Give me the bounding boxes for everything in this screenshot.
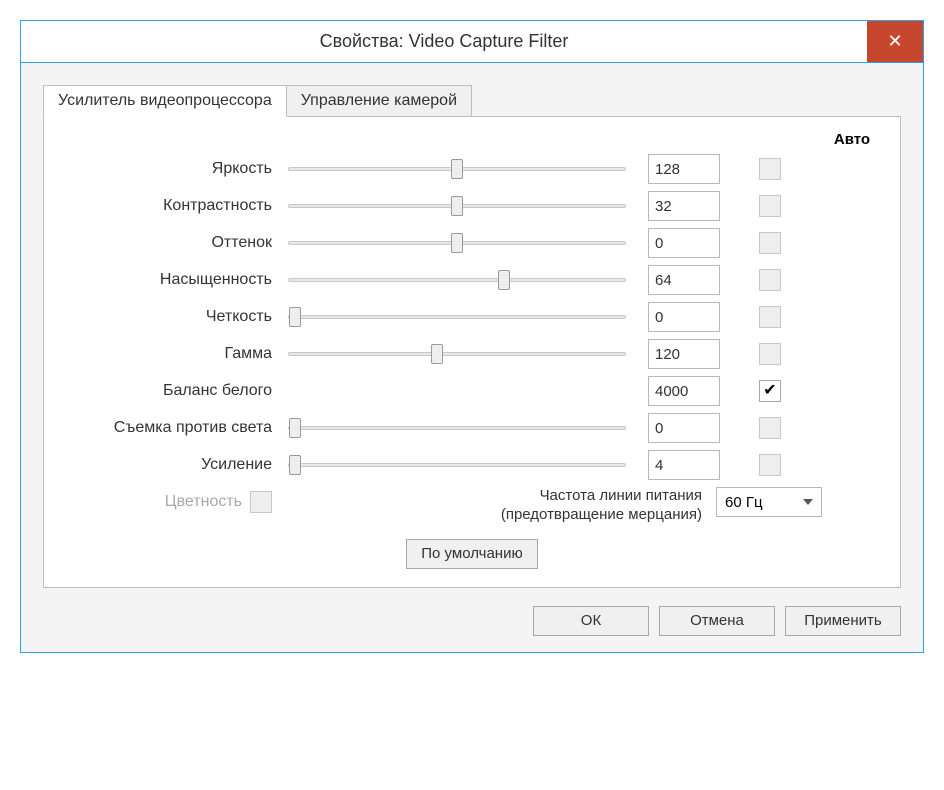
slider-thumb[interactable] [289, 455, 301, 475]
tab-video-proc-amp[interactable]: Усилитель видеопроцессора [43, 85, 287, 117]
hue-auto-checkbox [759, 232, 781, 254]
dialog-body: Усилитель видеопроцессора Управление кам… [21, 63, 923, 652]
saturation-auto-checkbox [759, 269, 781, 291]
gain-label: Усиление [62, 456, 282, 474]
slider-thumb[interactable] [289, 418, 301, 438]
control-row-brightness: Яркость [62, 154, 882, 184]
hue-label: Оттенок [62, 234, 282, 252]
slider-thumb[interactable] [498, 270, 510, 290]
control-row-gamma: Гамма [62, 339, 882, 369]
contrast-label: Контрастность [62, 197, 282, 215]
sharpness-auto-checkbox [759, 306, 781, 328]
auto-column-header: Авто [822, 131, 882, 148]
hue-slider[interactable] [282, 230, 632, 256]
cancel-button-label: Отмена [690, 612, 744, 629]
cancel-button[interactable]: Отмена [659, 606, 775, 636]
saturation-label: Насыщенность [62, 271, 282, 289]
powerline-freq-select[interactable]: 60 Гц [716, 487, 822, 517]
backlight-slider[interactable] [282, 415, 632, 441]
contrast-slider[interactable] [282, 193, 632, 219]
slider-track [288, 315, 626, 319]
close-icon: ✕ [887, 31, 902, 52]
defaults-button-label: По умолчанию [421, 545, 522, 562]
slider-track [288, 463, 626, 467]
control-row-gain: Усиление [62, 450, 882, 480]
sharpness-value-input[interactable] [648, 302, 720, 332]
hue-value-input[interactable] [648, 228, 720, 258]
wb-value-input[interactable] [648, 376, 720, 406]
properties-window: Свойства: Video Capture Filter ✕ Усилите… [20, 20, 924, 653]
defaults-button[interactable]: По умолчанию [406, 539, 537, 569]
control-row-contrast: Контрастность [62, 191, 882, 221]
slider-thumb[interactable] [451, 159, 463, 179]
brightness-value-input[interactable] [648, 154, 720, 184]
column-headers: Авто [62, 131, 882, 148]
apply-button-label: Применить [804, 612, 882, 629]
gain-slider[interactable] [282, 452, 632, 478]
slider-thumb[interactable] [451, 233, 463, 253]
control-row-hue: Оттенок [62, 228, 882, 258]
ok-button[interactable]: ОК [533, 606, 649, 636]
slider-thumb[interactable] [431, 344, 443, 364]
wb-auto-checkbox[interactable]: ✔ [759, 380, 781, 402]
gamma-label: Гамма [62, 345, 282, 363]
wb-label: Баланс белого [62, 382, 282, 400]
wb-slider [282, 378, 632, 404]
sharpness-slider[interactable] [282, 304, 632, 330]
titlebar: Свойства: Video Capture Filter ✕ [21, 21, 923, 63]
dialog-buttons: ОК Отмена Применить [43, 606, 901, 636]
brightness-label: Яркость [62, 160, 282, 178]
control-row-saturation: Насыщенность [62, 265, 882, 295]
gain-value-input[interactable] [648, 450, 720, 480]
backlight-value-input[interactable] [648, 413, 720, 443]
tabstrip: Усилитель видеопроцессора Управление кам… [43, 85, 901, 117]
color-enable-label: Цветность [165, 493, 250, 511]
brightness-auto-checkbox [759, 158, 781, 180]
tab-panel-video-proc-amp: Авто Яркость Контрастность Оттенок Насыщенн… [43, 116, 901, 588]
gamma-auto-checkbox [759, 343, 781, 365]
contrast-value-input[interactable] [648, 191, 720, 221]
backlight-auto-checkbox [759, 417, 781, 439]
powerline-freq-label: Частота линии питания (предотвращение ме… [478, 487, 716, 525]
slider-track [288, 278, 626, 282]
brightness-slider[interactable] [282, 156, 632, 182]
slider-track [288, 426, 626, 430]
ok-button-label: ОК [581, 612, 601, 629]
saturation-slider[interactable] [282, 267, 632, 293]
powerline-freq-value: 60 Гц [725, 494, 763, 511]
window-title: Свойства: Video Capture Filter [320, 31, 569, 52]
gamma-slider[interactable] [282, 341, 632, 367]
tab-label: Усилитель видеопроцессора [58, 92, 272, 109]
control-row-sharpness: Четкость [62, 302, 882, 332]
close-button[interactable]: ✕ [867, 21, 923, 62]
backlight-label: Съемка против света [62, 419, 282, 437]
color-enable-checkbox [250, 491, 272, 513]
saturation-value-input[interactable] [648, 265, 720, 295]
gain-auto-checkbox [759, 454, 781, 476]
chevron-down-icon [803, 499, 813, 505]
gamma-value-input[interactable] [648, 339, 720, 369]
sharpness-label: Четкость [62, 308, 282, 326]
apply-button[interactable]: Применить [785, 606, 901, 636]
slider-thumb[interactable] [289, 307, 301, 327]
slider-track [288, 352, 626, 356]
control-row-backlight: Съемка против света [62, 413, 882, 443]
contrast-auto-checkbox [759, 195, 781, 217]
bottom-controls-row: Цветность Частота линии питания (предотв… [62, 487, 882, 525]
slider-thumb[interactable] [451, 196, 463, 216]
tab-label: Управление камерой [301, 92, 457, 109]
control-row-wb: Баланс белого ✔ [62, 376, 882, 406]
titlebar-inner: Свойства: Video Capture Filter [21, 21, 867, 62]
tab-camera-control[interactable]: Управление камерой [286, 85, 472, 117]
